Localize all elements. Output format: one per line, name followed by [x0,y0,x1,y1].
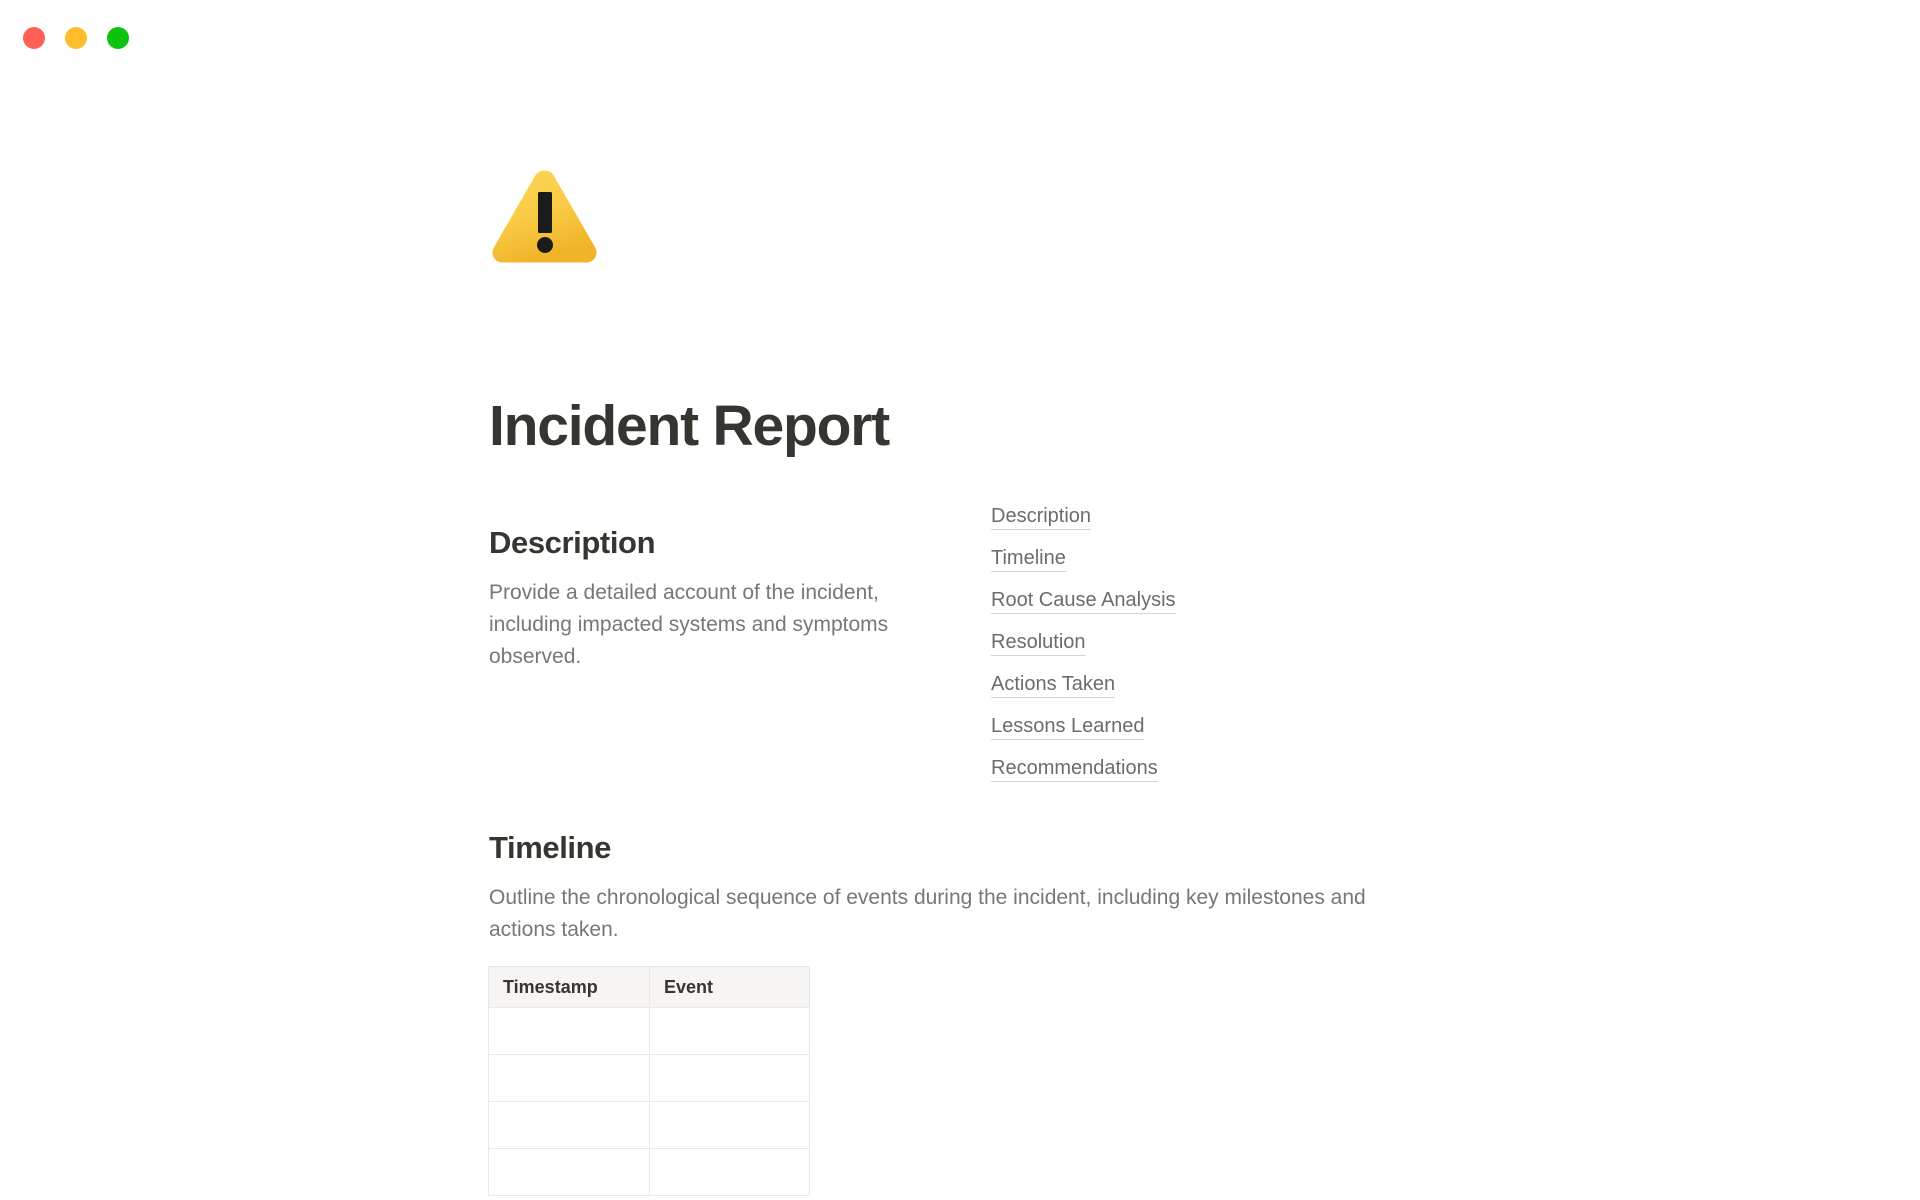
timeline-table[interactable]: Timestamp Event [488,966,810,1196]
toc-link-root-cause-analysis[interactable]: Root Cause Analysis [991,588,1176,614]
cell-event[interactable] [649,1007,810,1055]
column-header-event[interactable]: Event [649,966,810,1008]
toc-link-actions-taken[interactable]: Actions Taken [991,672,1116,698]
timeline-heading: Timeline [489,830,611,865]
cell-event[interactable] [649,1148,810,1196]
timeline-section: Timeline Outline the chronological seque… [489,829,1419,946]
traffic-light-group [23,27,129,49]
toc-link-description[interactable]: Description [991,504,1092,530]
minimize-window-button[interactable] [65,27,87,49]
cell-timestamp[interactable] [488,1054,650,1102]
maximize-window-button[interactable] [107,27,129,49]
table-row[interactable] [488,1148,810,1196]
description-body: Provide a detailed account of the incide… [489,580,889,668]
cell-timestamp[interactable] [488,1148,650,1196]
toc-link-lessons-learned[interactable]: Lessons Learned [991,714,1145,740]
timeline-table-header: Timestamp Event [488,966,810,1008]
cell-event[interactable] [649,1101,810,1149]
description-section: Description Provide a detailed account o… [489,524,921,673]
close-window-button[interactable] [23,27,45,49]
app-window: Incident Report Description Provide a de… [0,0,1920,1200]
warning-triangle-icon[interactable] [489,164,601,268]
table-row[interactable] [488,1007,810,1055]
timeline-body: Outline the chronological sequence of ev… [489,885,1366,941]
document-canvas: Incident Report Description Provide a de… [0,74,1920,1200]
toc-link-recommendations[interactable]: Recommendations [991,756,1158,782]
cell-timestamp[interactable] [488,1101,650,1149]
table-row[interactable] [488,1101,810,1149]
table-header-row: Timestamp Event [488,966,810,1008]
toc-link-timeline[interactable]: Timeline [991,546,1066,572]
timeline-table-body [488,1007,810,1196]
page-title: Incident Report [489,394,890,458]
cell-event[interactable] [649,1054,810,1102]
toc-link-resolution[interactable]: Resolution [991,630,1086,656]
column-header-timestamp[interactable]: Timestamp [488,966,650,1008]
window-titlebar [0,0,1920,74]
table-of-contents: Description Timeline Root Cause Analysis… [991,504,1176,782]
table-row[interactable] [488,1054,810,1102]
cell-timestamp[interactable] [488,1007,650,1055]
description-heading: Description [489,525,656,560]
